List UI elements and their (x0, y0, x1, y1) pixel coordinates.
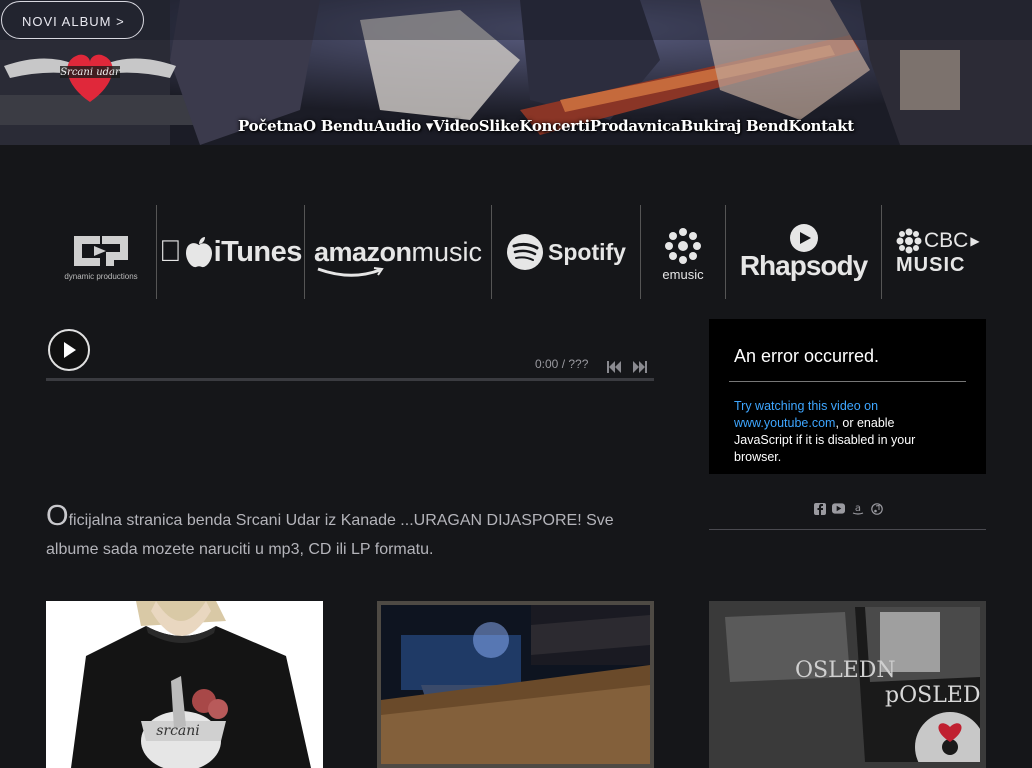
video-error-message: Try watching this video on www.youtube.c… (734, 398, 944, 466)
video-error-title: An error occurred. (734, 346, 880, 366)
svg-text:a: a (854, 503, 860, 514)
concert-thumbnail[interactable] (377, 601, 654, 768)
nav-about[interactable]: O Bendu (303, 117, 374, 135)
cd-text-left: OSLEDN (795, 658, 896, 683)
progress-bar[interactable] (46, 378, 654, 381)
rhapsody-label: Rhapsody (739, 250, 868, 281)
intro-paragraph: Oficijalna stranica benda Srcani Udar iz… (46, 502, 656, 564)
audio-player: 0:00 / ??? (46, 320, 654, 382)
apple-logo-icon (185, 237, 212, 268)
itunes-logo[interactable]:  iTunes (157, 205, 305, 299)
social-icons: a (813, 502, 883, 515)
dynamic-productions-icon (74, 235, 128, 266)
emusic-icon (665, 227, 701, 264)
sidebar-divider (709, 529, 986, 530)
new-album-button[interactable]: NOVI ALBUM > (1, 1, 144, 39)
emusic-label: emusic (662, 266, 704, 282)
rhapsody-logo[interactable]: Rhapsody (726, 205, 882, 299)
cbc-music-logo[interactable]: CBC ▶ MUSIC (882, 205, 986, 299)
facebook-icon[interactable] (813, 502, 826, 515)
amazon-label: amazon (313, 236, 412, 267)
tshirt-thumbnail[interactable]: srcani (46, 601, 323, 768)
nav-concerts[interactable]: Koncerti (519, 117, 590, 135)
next-track-icon[interactable] (632, 360, 648, 374)
video-divider (729, 381, 966, 382)
apple-icon:  (159, 235, 182, 269)
tshirt-image: srcani (46, 601, 323, 768)
nav-photos[interactable]: Slike (479, 117, 520, 135)
play-button[interactable] (48, 329, 90, 371)
tshirt-print-text: srcani (156, 723, 200, 739)
play-icon (64, 342, 76, 358)
concert-image (381, 605, 650, 764)
music-icon[interactable] (870, 502, 883, 515)
spotify-logo[interactable]: Spotify (492, 205, 641, 299)
nav-audio[interactable]: Audio ▾ (374, 117, 434, 135)
cbc-label: CBC (924, 228, 969, 252)
top-bar (0, 0, 1032, 40)
nav-video[interactable]: Video (433, 117, 479, 135)
intro-dropcap: O (46, 500, 69, 532)
time-display: 0:00 / ??? (535, 357, 589, 371)
svg-text:Srcani udar: Srcani udar (60, 67, 121, 78)
itunes-label: iTunes (202, 235, 303, 268)
amazon-icon[interactable]: a (851, 502, 864, 515)
previous-track-icon[interactable] (606, 360, 622, 374)
dynamic-productions-logo[interactable]: dynamic productions (46, 205, 157, 299)
cd-album-image: OSLEDN pOSLEDNI (715, 607, 986, 768)
dynamic-productions-label: dynamic productions (64, 271, 138, 281)
amazon-music-label: music (411, 236, 483, 267)
nav-contact[interactable]: Kontakt (788, 117, 854, 135)
spotify-label: Spotify (548, 238, 626, 265)
nav-shop[interactable]: Prodavnica (590, 117, 681, 135)
emusic-logo[interactable]: emusic (641, 205, 726, 299)
amazon-smile-icon (317, 266, 384, 277)
cbc-play-icon: ▶ (970, 233, 980, 248)
youtube-icon[interactable] (832, 502, 845, 515)
amazon-music-logo[interactable]: amazonmusic (305, 205, 492, 299)
spotify-icon (507, 234, 544, 270)
cd-album-thumbnail[interactable]: OSLEDN pOSLEDNI (709, 601, 986, 768)
nav-home[interactable]: Početna (238, 117, 303, 135)
cbc-music-label: MUSIC (896, 253, 966, 276)
site-header: NOVI ALBUM > Srcani udar Početna O Bendu… (0, 0, 1032, 145)
cbc-gem-icon (896, 228, 922, 253)
band-logo[interactable]: Srcani udar (4, 44, 176, 104)
main-nav: Početna O Bendu Audio ▾ Video Slike Konc… (238, 117, 854, 135)
store-logos: dynamic productions  iTunes amazonmusic… (46, 205, 986, 299)
intro-text: ficijalna stranica benda Srcani Udar iz … (46, 512, 614, 558)
video-embed[interactable]: An error occurred. Try watching this vid… (709, 319, 986, 474)
cd-text-right: pOSLEDNI (885, 683, 980, 708)
nav-booking[interactable]: Bukiraj Bend (680, 117, 788, 135)
